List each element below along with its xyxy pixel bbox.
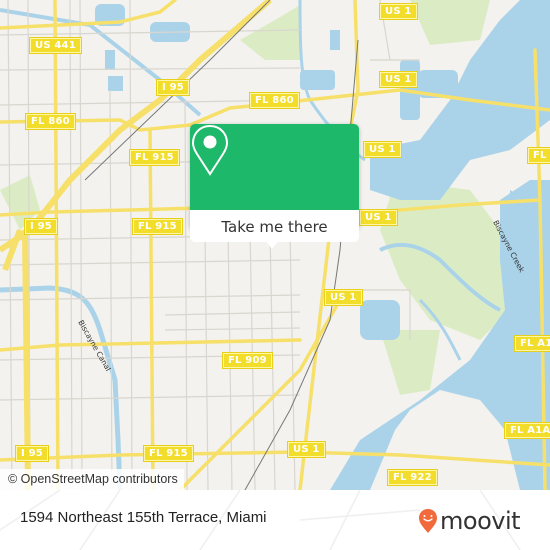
popup-header (190, 124, 359, 210)
road-shield: I 95 (156, 79, 190, 96)
road-shield: FL A1A (526, 147, 550, 164)
moovit-wordmark: moovit (440, 507, 521, 535)
popup-pointer (265, 240, 279, 249)
road-shield: FL 909 (222, 352, 273, 369)
location-popup: Take me there (190, 124, 359, 249)
road-shield: I 95 (24, 218, 58, 235)
road-shield: US 1 (324, 289, 363, 306)
address-text: 1594 Northeast 155th Terrace, Miami (20, 509, 267, 526)
road-shield: US 1 (379, 3, 418, 20)
moovit-logo[interactable]: moovit (418, 504, 521, 538)
map-attribution[interactable]: © OpenStreetMap contributors (0, 469, 184, 490)
footer-bar: 1594 Northeast 155th Terrace, Miami moov… (0, 490, 550, 550)
map-pin-icon (191, 124, 229, 176)
road-shield: FL 915 (143, 445, 194, 462)
road-shield: US 1 (379, 71, 418, 88)
road-shield: FL A1A (503, 422, 550, 439)
interstate-95 (0, 0, 272, 490)
road-shield: US 1 (363, 141, 402, 158)
road-shield: US 1 (359, 209, 398, 226)
road-shield: US 441 (29, 37, 82, 54)
road-shield: FL 915 (132, 218, 183, 235)
road-shield: I 95 (15, 445, 49, 462)
map[interactable]: Biscayne Canal Biscayne Creek US 441 I 9… (0, 0, 550, 490)
moovit-pin-icon (419, 509, 437, 533)
road-shield: US 1 (287, 441, 326, 458)
road-shield: FL A1A (513, 335, 550, 352)
take-me-there-button[interactable]: Take me there (190, 210, 359, 242)
road-shield: FL 922 (387, 469, 438, 486)
road-shield: FL 860 (25, 113, 76, 130)
road-shield: FL 915 (129, 149, 180, 166)
road-shield: FL 860 (249, 92, 300, 109)
